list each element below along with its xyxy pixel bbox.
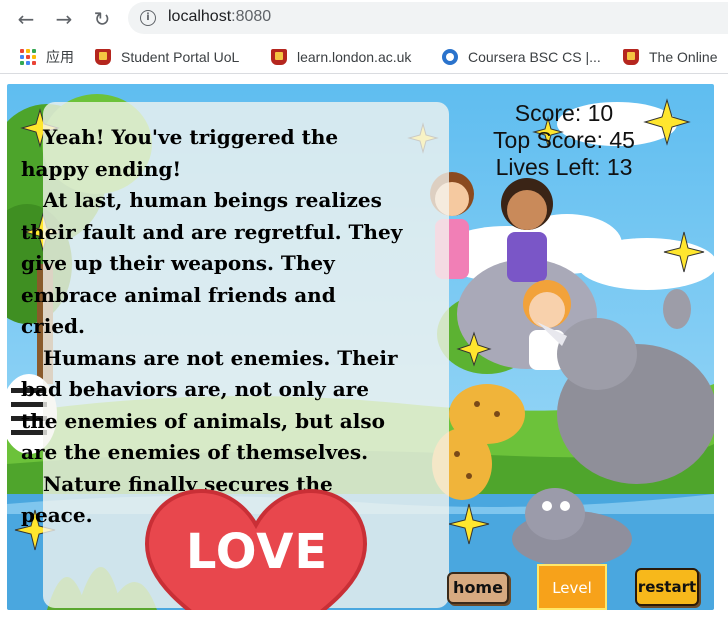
love-label: LOVE [185, 524, 329, 580]
bookmark-student-portal[interactable]: Student Portal UoL [95, 47, 239, 67]
university-shield-icon [623, 49, 639, 65]
apps-grid-icon [20, 49, 36, 65]
bookmark-learn-london[interactable]: learn.london.ac.uk [271, 47, 411, 67]
lives-left-text: Lives Left: 13 [495, 154, 633, 180]
score-hud: Score: 10 Top Score: 45 Lives Left: 13 [459, 100, 669, 181]
home-button[interactable]: home [447, 572, 509, 604]
top-score-text: Top Score: 45 [493, 127, 635, 153]
ending-story-text: Yeah! You've triggered the happy ending!… [21, 122, 405, 532]
university-shield-icon [271, 49, 287, 65]
story-paragraph: At last, human beings realizes their fau… [21, 188, 403, 338]
bookmark-the-online[interactable]: The Online [623, 47, 717, 67]
restart-button[interactable]: restart [635, 568, 699, 606]
site-info-icon[interactable]: i [140, 10, 156, 26]
bookmark-apps[interactable]: 应用 [20, 47, 74, 67]
bookmark-label: Coursera BSC CS |... [468, 49, 601, 65]
url-host: localhost [168, 8, 232, 25]
bookmark-label: Student Portal UoL [121, 49, 240, 65]
bookmark-label: 应用 [46, 49, 74, 65]
game-canvas[interactable]: Yeah! You've triggered the happy ending!… [7, 84, 714, 610]
bookmark-coursera[interactable]: Coursera BSC CS |... [442, 47, 601, 67]
browser-toolbar: ← → ↻ i localhost:8080 [0, 0, 728, 38]
level-button[interactable]: Level [537, 564, 607, 610]
university-shield-icon [95, 49, 111, 65]
bookmark-label: The Online [649, 49, 718, 65]
score-text: Score: 10 [514, 100, 614, 126]
bookmarks-bar: 应用 Student Portal UoL learn.london.ac.uk… [0, 38, 728, 74]
reload-icon[interactable]: ↻ [90, 7, 114, 31]
back-arrow-icon[interactable]: ← [14, 7, 38, 31]
address-url[interactable]: localhost:8080 [168, 8, 271, 26]
story-paragraph: Humans are not enemies. Their bad behavi… [21, 345, 398, 465]
address-bar[interactable]: i localhost:8080 [128, 2, 728, 34]
url-port: :8080 [231, 8, 272, 25]
forward-arrow-icon[interactable]: → [52, 7, 76, 31]
story-paragraph: Yeah! You've triggered the happy ending! [21, 125, 339, 181]
bookmark-label: learn.london.ac.uk [297, 49, 412, 65]
coursera-icon [442, 49, 458, 65]
